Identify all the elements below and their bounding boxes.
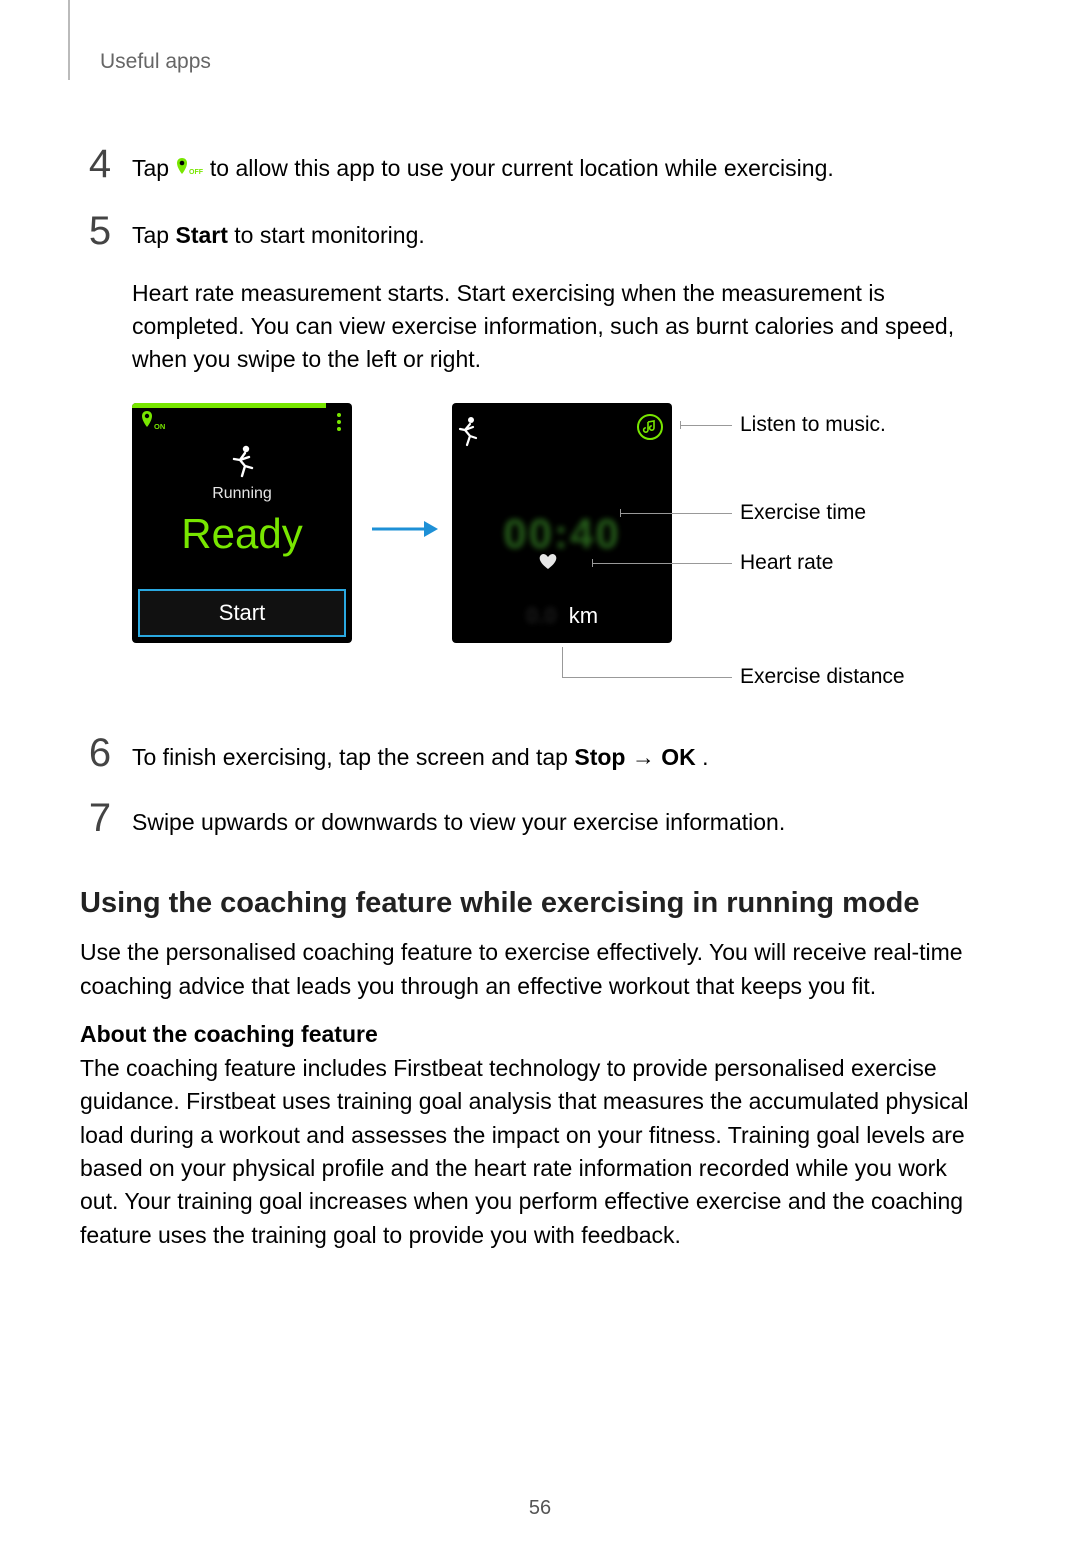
svg-text:OFF: OFF (189, 169, 203, 176)
text: → (632, 744, 661, 770)
step-number: 5 (80, 211, 120, 251)
text: to allow this app to use your current lo… (210, 155, 834, 181)
distance-value: 0.0 (526, 603, 557, 628)
ready-label: Ready (132, 509, 352, 559)
step-text: Swipe upwards or downwards to view your … (132, 798, 785, 839)
text: Tap (132, 222, 175, 248)
coaching-body: The coaching feature includes Firstbeat … (80, 1052, 980, 1252)
callout-tick (620, 509, 621, 517)
location-on-icon: ON (140, 410, 170, 439)
step-number: 4 (80, 144, 120, 184)
text: Tap (132, 155, 175, 181)
step-number: 7 (80, 798, 120, 838)
step-7: 7 Swipe upwards or downwards to view you… (80, 798, 980, 839)
callout-line (562, 677, 732, 678)
step-number: 6 (80, 733, 120, 773)
exercise-mode-label: Running (132, 485, 352, 503)
exercise-figure: ON Running (132, 403, 952, 703)
header-rule (68, 0, 70, 80)
text-bold: OK (661, 744, 696, 770)
text-bold: Start (175, 222, 227, 248)
callout-tick (592, 559, 593, 567)
text-bold: Stop (574, 744, 625, 770)
svg-text:ON: ON (154, 422, 165, 431)
music-icon[interactable] (636, 413, 664, 446)
callout-line (620, 513, 732, 514)
callout-tick (562, 647, 563, 677)
callout-heart: Heart rate (740, 551, 833, 575)
step-text: To finish exercising, tap the screen and… (132, 733, 709, 774)
step-5: 5 Tap Start to start monitoring. (80, 211, 980, 252)
callout-line (592, 563, 732, 564)
page-number: 56 (0, 1497, 1080, 1520)
coaching-heading: Using the coaching feature while exercis… (80, 887, 980, 920)
callout-tick (680, 421, 681, 429)
step-4: 4 Tap OFF to allow this app to use your … (80, 144, 980, 187)
text: . (702, 744, 708, 770)
distance-unit: km (569, 603, 598, 628)
arrow-right-icon (370, 519, 438, 544)
callout-distance: Exercise distance (740, 665, 905, 689)
watch-exercise-screen: 00:40 0.0 km (452, 403, 672, 643)
text: To finish exercising, tap the screen and… (132, 744, 574, 770)
callout-line (680, 425, 732, 426)
coaching-subheading: About the coaching feature (80, 1021, 980, 1048)
menu-dots-icon (334, 411, 344, 438)
watch-ready-screen: ON Running (132, 403, 352, 643)
callout-time: Exercise time (740, 501, 866, 525)
section-header: Useful apps (100, 50, 980, 74)
coaching-intro: Use the personalised coaching feature to… (80, 936, 980, 1003)
step-5-paragraph: Heart rate measurement starts. Start exe… (132, 277, 980, 377)
runner-icon (132, 444, 352, 483)
callout-music: Listen to music. (740, 413, 886, 437)
step-6: 6 To finish exercising, tap the screen a… (80, 733, 980, 774)
text: to start monitoring. (234, 222, 424, 248)
step-text: Tap OFF to allow this app to use your cu… (132, 144, 834, 187)
start-button[interactable]: Start (138, 589, 346, 637)
location-off-icon: OFF (175, 154, 203, 187)
step-text: Tap Start to start monitoring. (132, 211, 425, 252)
